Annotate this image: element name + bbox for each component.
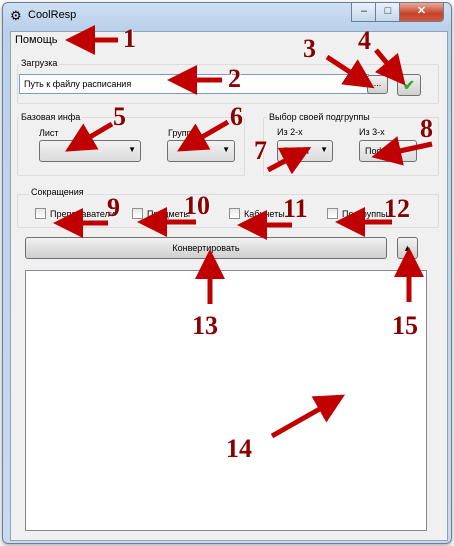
window-title: CoolResp — [28, 9, 77, 21]
checkbox-teachers[interactable] — [35, 208, 46, 219]
checkbox-subgroups[interactable] — [327, 208, 338, 219]
annotation-number-2: 2 — [228, 64, 241, 93]
load-group-label: Загрузка — [19, 58, 60, 68]
annotation-number-15: 15 — [392, 311, 418, 340]
annotation-number-12: 12 — [384, 194, 410, 223]
annotation-number-3: 3 — [303, 34, 316, 63]
chevron-down-icon: ▼ — [404, 145, 412, 154]
annotation-number-10: 10 — [184, 191, 210, 220]
subgroup-of-two-select[interactable]: Пофиг ▼ — [277, 140, 333, 162]
sheet-select[interactable]: ▼ — [39, 140, 141, 162]
app-icon: ⚙ — [10, 8, 22, 23]
sheet-label: Лист — [39, 128, 59, 138]
menu-help[interactable]: Помощь — [15, 34, 58, 46]
annotation-number-13: 13 — [192, 311, 218, 340]
base-info-label: Базовая инфа — [19, 112, 83, 122]
annotation-number-1: 1 — [123, 24, 136, 53]
schedule-path-input[interactable]: Путь к файлу расписания — [19, 74, 369, 94]
subgroup-of-three-select[interactable]: Пофиг ▼ — [359, 140, 417, 162]
annotation-number-5: 5 — [113, 102, 126, 131]
checkbox-teachers-label[interactable]: Преподаватели — [50, 209, 115, 219]
group-label: Группа — [168, 128, 197, 138]
subgroup-label: Выбор своей подгруппы — [267, 112, 372, 122]
menu-bar: Помощь — [11, 32, 447, 50]
annotation-number-7: 7 — [254, 136, 267, 165]
chevron-down-icon: ▼ — [222, 145, 230, 154]
abbreviations-label: Сокращения — [29, 187, 86, 197]
maximize-button[interactable]: □ — [375, 3, 401, 22]
convert-button[interactable]: Конвертировать — [25, 237, 387, 259]
annotation-number-8: 8 — [420, 114, 433, 143]
output-log[interactable] — [25, 270, 427, 531]
group-select[interactable]: ▼ — [167, 140, 235, 162]
collapse-toggle-button[interactable]: ▲ — [397, 237, 418, 259]
annotation-number-14: 14 — [226, 434, 252, 463]
browse-button[interactable]: ... — [367, 75, 388, 94]
checkbox-subgroups-label[interactable]: Подгруппы — [342, 209, 387, 219]
minimize-button[interactable]: – — [351, 3, 377, 22]
chevron-down-icon: ▼ — [320, 145, 328, 154]
annotation-number-6: 6 — [230, 102, 243, 131]
annotation-number-11: 11 — [283, 194, 308, 223]
chevron-down-icon: ▼ — [128, 145, 136, 154]
close-button[interactable]: ✕ — [399, 3, 444, 22]
client-area: Помощь Загрузка Путь к файлу расписания … — [10, 31, 448, 541]
checkbox-subjects[interactable] — [132, 208, 143, 219]
checkmark-icon: ✔ — [403, 77, 415, 93]
of-three-label: Из 3-х — [359, 127, 385, 137]
apply-path-button[interactable]: ✔ — [397, 74, 421, 96]
of-two-value: Пофиг — [283, 146, 311, 156]
of-three-value: Пофиг — [365, 146, 393, 156]
annotation-number-9: 9 — [107, 193, 120, 222]
checkbox-rooms-label[interactable]: Кабинеты — [244, 209, 285, 219]
of-two-label: Из 2-х — [277, 127, 303, 137]
checkbox-rooms[interactable] — [229, 208, 240, 219]
annotation-number-4: 4 — [358, 26, 371, 55]
